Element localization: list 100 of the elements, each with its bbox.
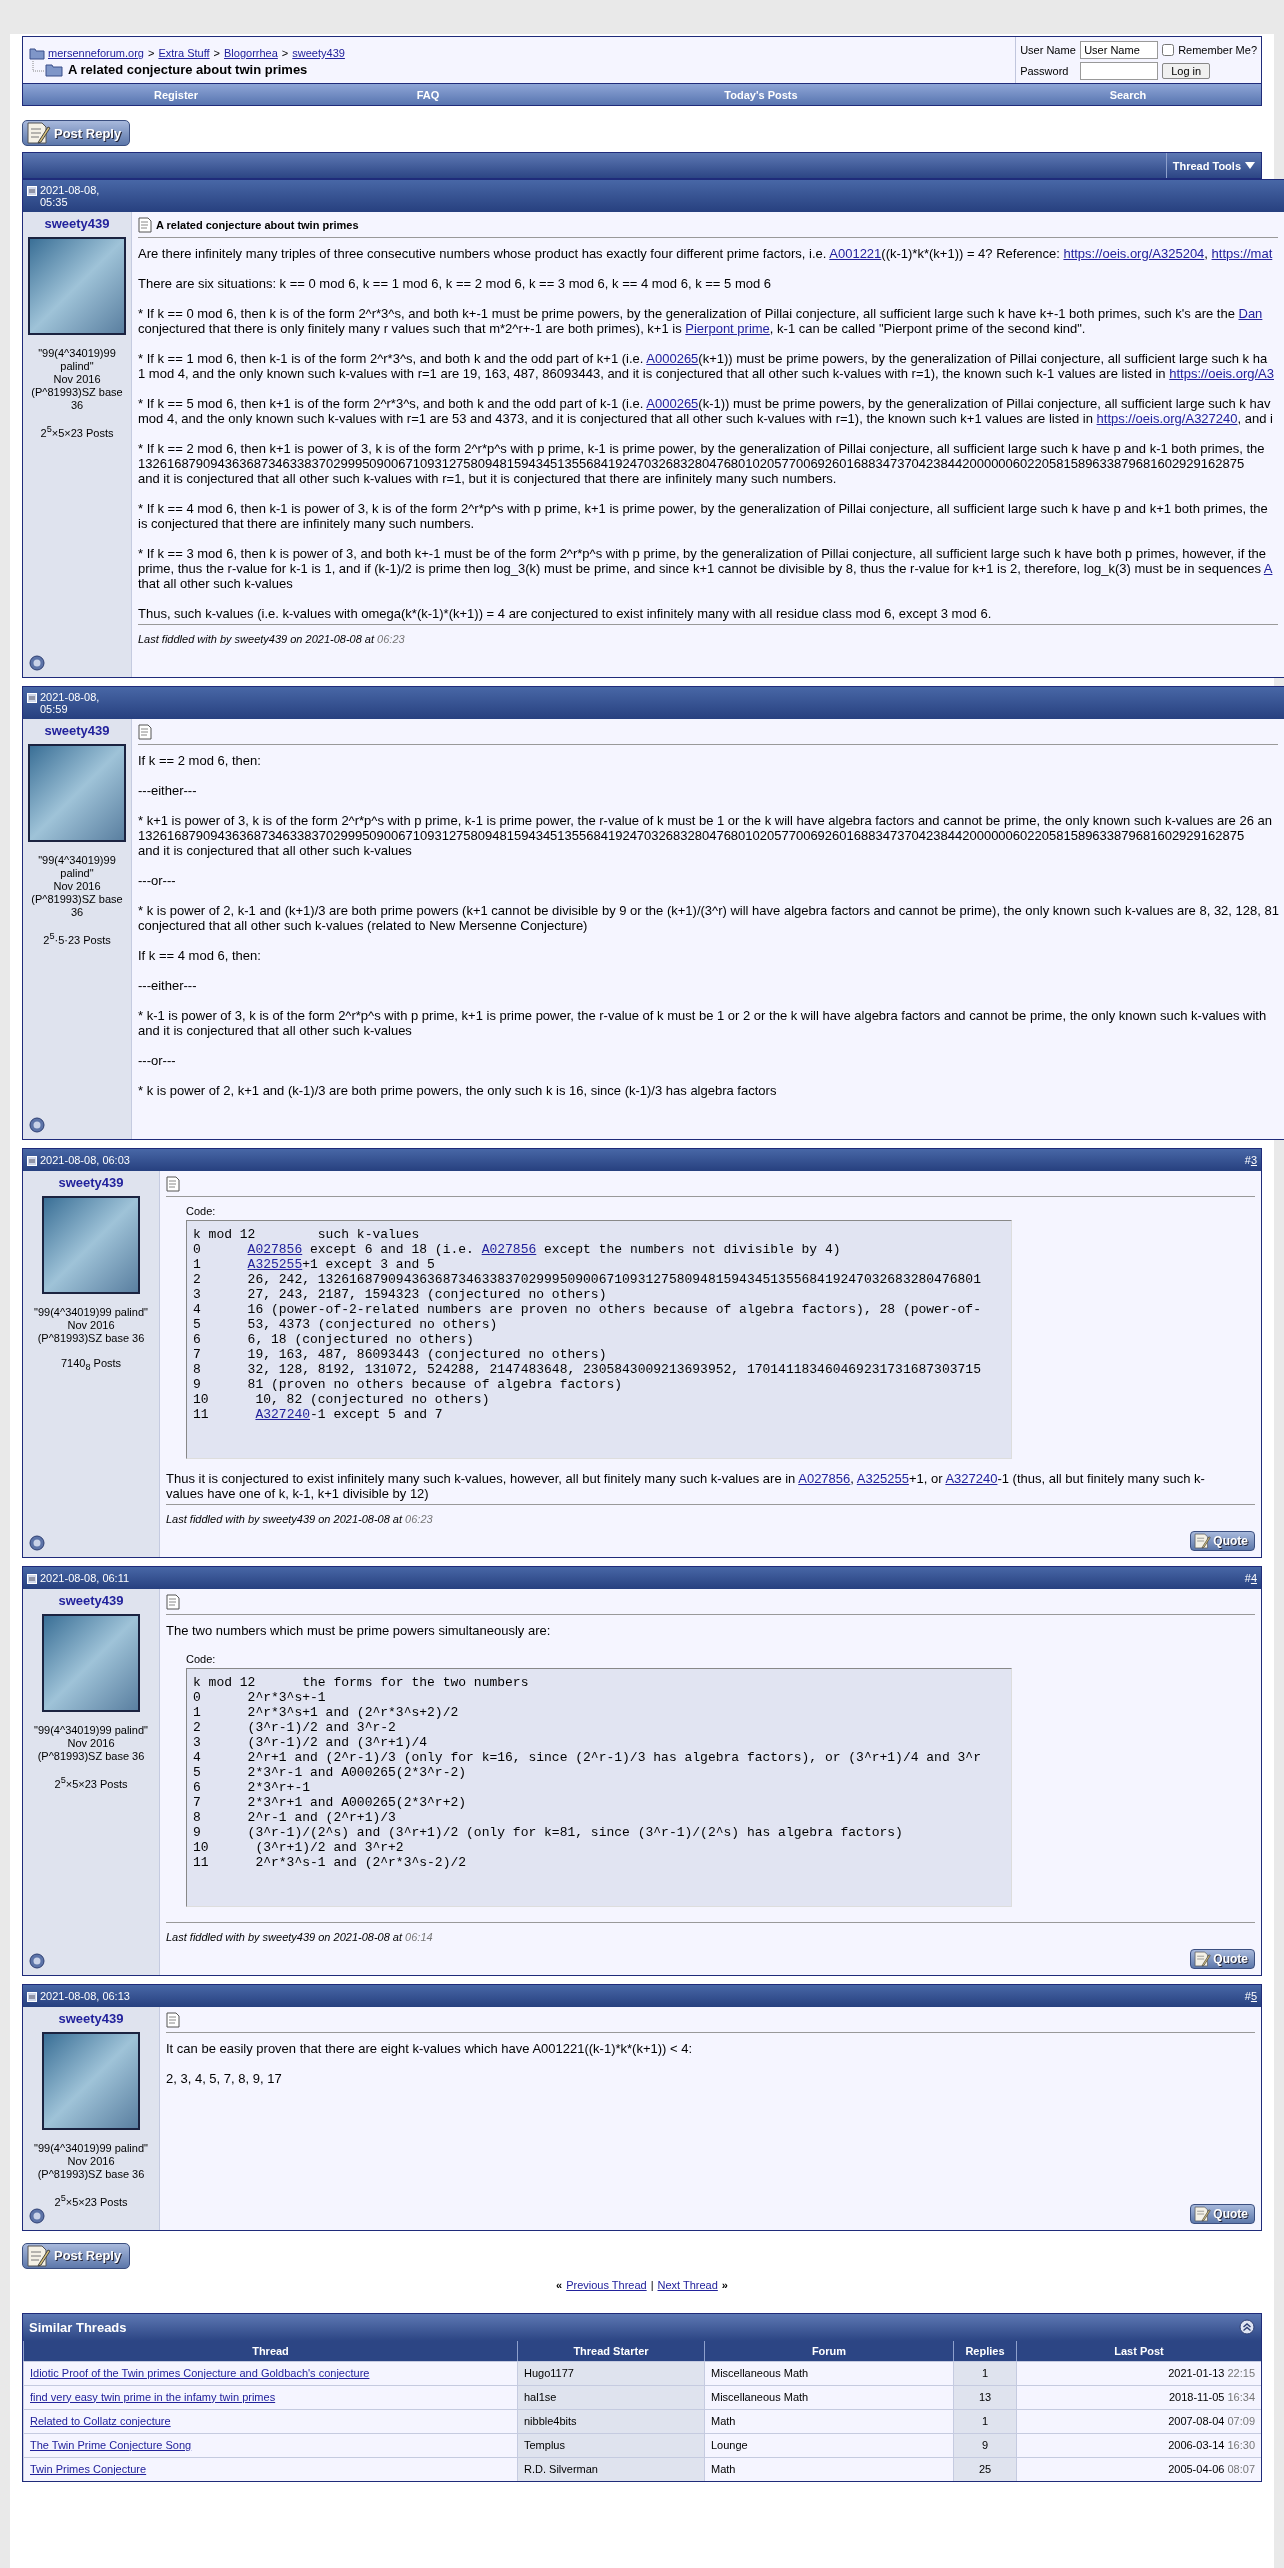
text-link[interactable]: A000265 <box>646 396 699 411</box>
thread-link[interactable]: The Twin Prime Conjecture Song <box>30 2438 192 2451</box>
post-paragraph: ---either--- <box>138 978 198 993</box>
user-title: Nov 2016 <box>67 1319 115 1332</box>
post-paragraph: There are six situations: k == 0 mod 6, k == 1 mod 6, k == 2 mod 6, k == 3 mod 6, k == 4 mod 6, k == 5 mod 6 <box>138 276 772 291</box>
post-paragraph: * If k == 5 mod 6, then k+1 is of the form 2^r*3^s, and both k and the odd part of k-1 (i.e. A000265(k-1)) must be prime powers, by the generalization of Pillai conjecture, all sufficient large such k hav mod 4, and the only known such k-values with r=1 are 53 and 4373, and it is conjectured that all other such k-values with r=1), the known such k+1 values are listed in https://oeis.org/A327240, and i <box>138 396 1274 426</box>
table-cell: Math <box>704 2456 953 2481</box>
post-paragraph: * If k == 4 mod 6, then k-1 is power of 3, k is of the form 2^r*p^s with p prime, k+1 is prime power, by the generalization of Pillai conjecture, all sufficient large such k have p and k+1 both primes, the is conjectured that there are infinitely many such numbers. <box>138 501 1269 531</box>
breadcrumb-separator: > <box>148 47 155 59</box>
breadcrumb-link[interactable]: mersenneforum.org <box>48 47 144 59</box>
post-icon <box>27 1574 37 1584</box>
breadcrumb-separator: > <box>213 47 221 59</box>
user-title: (P^81993)SZ base 36 <box>37 2168 145 2181</box>
text-link[interactable]: A001221 <box>829 246 882 261</box>
code-link[interactable]: A027856 <box>247 1242 303 1257</box>
status-icon <box>29 655 45 671</box>
table-cell: Math <box>704 2408 953 2433</box>
document-icon <box>166 1594 180 1610</box>
code-link[interactable]: A027856 <box>481 1242 537 1257</box>
table-cell: 9 <box>953 2432 1016 2457</box>
collapse-icon[interactable] <box>1239 2319 1255 2336</box>
text-link[interactable]: A <box>1263 561 1273 576</box>
thread-title: A related conjecture about twin primes <box>68 61 308 77</box>
paper-pencil-icon <box>1193 1950 1212 1968</box>
guillemet: » <box>721 2278 728 2291</box>
thread-link[interactable]: Twin Primes Conjecture <box>30 2462 147 2475</box>
tree-folder-icon <box>29 61 63 77</box>
edit-note: Last fiddled with by sweety439 on 2021-08-08 at 06:23 <box>166 1513 434 1525</box>
text-link[interactable]: https://mat <box>1211 246 1273 261</box>
post-number-link[interactable]: 5 <box>1250 1990 1257 2002</box>
field-label: User Name <box>1020 43 1077 56</box>
thread-tools-button[interactable]: Thread Tools <box>1165 153 1261 178</box>
table-cell: nibble4bits <box>517 2408 704 2433</box>
post-icon <box>27 1156 37 1166</box>
table-cell: 2007-08-04 07:09 <box>1016 2408 1261 2433</box>
post-paragraph: Thus, such k-values (i.e. k-values with omega(k*(k-1)*(k+1)) = 4 are conjectured to exist infinitely many with all residue class mod 6, except 3 mod 6. <box>138 606 993 621</box>
post-paragraph: Thus it is conjectured to exist infinitely many such k-values, however, all but finitely many such k-values are in A027856, A325255+1, or A327240-1 (thus, all but finitely many such k- values have one of k, k-1, k+1 divisible by 12) <box>166 1471 1206 1501</box>
post-date: 2021-08-08, 05:35 <box>40 184 101 208</box>
code-label: Code: <box>186 1653 217 1665</box>
column-header: Last Post <box>1016 2340 1261 2361</box>
breadcrumb-link[interactable]: sweety439 <box>292 47 345 59</box>
author-name-link[interactable]: sweety439 <box>44 216 110 231</box>
document-icon <box>138 217 152 233</box>
table-cell: Lounge <box>704 2432 953 2457</box>
text-link[interactable]: Dan <box>1238 306 1263 321</box>
post-number-link[interactable]: 3 <box>1250 1154 1257 1166</box>
author-name-link[interactable]: sweety439 <box>58 2011 124 2026</box>
code-link[interactable]: A325255 <box>247 1257 303 1272</box>
login-button[interactable]: Log in <box>1162 62 1211 79</box>
breadcrumb-link[interactable]: Extra Stuff <box>158 47 210 59</box>
code-link[interactable]: A327240 <box>255 1407 311 1422</box>
author-name-link[interactable]: sweety439 <box>44 723 110 738</box>
user-title: "99(4^34019)99 palind" <box>37 347 117 373</box>
previous-thread-link[interactable]: Previous Thread <box>566 2278 647 2291</box>
document-icon <box>138 724 152 740</box>
post-paragraph: * k+1 is power of 3, k is of the form 2^r*p^s with p prime, k-1 is prime power, the r-value of k must be 1 or the k will have algebra factors and cannot be prime, the only known such k-values are 26 an 132616879094363687346338370299950900671093127580948159434513556841924703268328047680102057700692601688347370423844200000060220581589633879681602929162875 and it is conjectured that all other such k-values <box>138 813 1273 858</box>
post-paragraph: ---or--- <box>138 873 177 888</box>
post-paragraph: Are there infinitely many triples of three consecutive numbers whose product has exactly four different prime factors, i.e. A001221((k-1)*k*(k+1)) = 4? Reference: https://oeis.org/A325204, https://mat <box>138 246 1274 261</box>
author-name-link[interactable]: sweety439 <box>58 1175 124 1190</box>
post-paragraph: * If k == 3 mod 6, then k is power of 3, and both k+-1 must be of the form 2^r*p^s with p prime, by the generalization of Pillai conjecture, all sufficient large such k have both p primes, however, if the prime, thus the r-value for k-1 is 1, and if (k-1)/2 is prime then log_3(k) must be prime, and since k+1 cannot be divisible by 8, thus the r-value for k+1 is 2, therefore, log_k(3) must be in sequences A that all other such k-values <box>138 546 1274 591</box>
post-date: 2021-08-08, 06:13 <box>40 1990 130 2002</box>
post-paragraph: It can be easily proven that there are eight k-values which have A001221((k-1)*k*(k+1)) < 4: <box>166 2041 694 2056</box>
user-title: (P^81993)SZ base 36 <box>30 386 124 412</box>
folder-icon <box>29 46 45 60</box>
next-thread-link[interactable]: Next Thread <box>657 2278 718 2291</box>
panel-title: Similar Threads <box>29 2319 127 2335</box>
breadcrumb-link[interactable]: Blogorrhea <box>224 47 278 59</box>
table-cell: Miscellaneous Math <box>704 2384 953 2409</box>
thread-link[interactable]: Related to Collatz conjecture <box>30 2414 171 2427</box>
post-count: 2$^{5}$·5·23 Posts <box>43 931 111 946</box>
post-paragraph: If k == 4 mod 6, then: <box>138 948 262 963</box>
table-cell: 2005-04-06 08:07 <box>1016 2456 1261 2481</box>
text-link[interactable]: A000265 <box>646 351 699 366</box>
post-paragraph: 2, 3, 4, 5, 7, 8, 9, 17 <box>166 2071 283 2086</box>
remember-checkbox[interactable] <box>1162 43 1175 56</box>
text-link[interactable]: https://oeis.org/A327240 <box>1096 411 1238 426</box>
password-field[interactable] <box>1080 61 1159 80</box>
post-date: 2021-08-08, 06:03 <box>40 1154 130 1166</box>
post-paragraph: ---or--- <box>138 1053 177 1068</box>
post-date: 2021-08-08, 06:11 <box>40 1572 130 1584</box>
edit-note: Last fiddled with by sweety439 on 2021-08-08 at 06:14 <box>166 1931 434 1943</box>
user-name-field[interactable]: User Name <box>1080 40 1159 59</box>
column-header: Thread <box>23 2340 517 2361</box>
post-number-link[interactable]: 4 <box>1250 1572 1257 1584</box>
post-icon <box>27 693 37 703</box>
author-name-link[interactable]: sweety439 <box>58 1593 124 1608</box>
post-icon <box>27 1992 37 2002</box>
status-icon <box>29 2207 45 2224</box>
text-link[interactable]: https://oeis.org/A3 <box>1169 366 1274 381</box>
field-label: Password <box>1020 64 1070 77</box>
post-paragraph: The two numbers which must be prime powers simultaneously are: <box>166 1623 552 1638</box>
text-link[interactable]: Pierpont prime <box>685 321 770 336</box>
user-title: Nov 2016 <box>67 1737 115 1750</box>
user-title: "99(4^34019)99 palind" <box>34 1724 148 1737</box>
text-link[interactable]: A325255 <box>856 1471 909 1486</box>
post-paragraph: ---either--- <box>138 783 198 798</box>
edit-note: Last fiddled with by sweety439 on 2021-08-08 at 06:23 <box>138 633 406 645</box>
user-title: Nov 2016 <box>52 373 102 386</box>
post-paragraph: * If k == 1 mod 6, then k-1 is of the form 2^r*3^s, and both k and the odd part of k+1 (i.e. A000265(k+1)) must be prime powers, by the generalization of Pillai conjecture, all sufficient large such k ha 1 mod 4, and the only known such k-values with r=1 are 19, 163, 487, 86093443, and it is conjectured that all other such k-values with r=1), the known such k-1 values are listed in https://oeis.org/A3 <box>138 351 1275 381</box>
text-link[interactable]: A327240 <box>945 1471 998 1486</box>
